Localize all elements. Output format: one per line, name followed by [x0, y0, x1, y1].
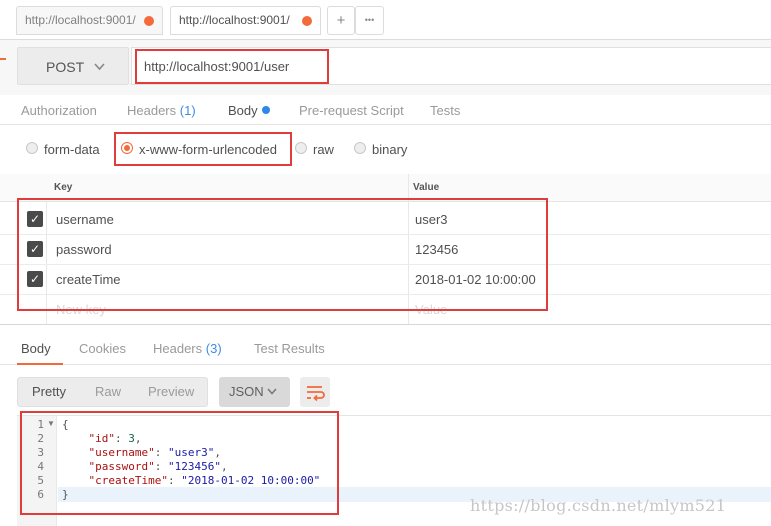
request-tab-1[interactable]: http://localhost:9001/ — [16, 6, 163, 35]
radio-label: binary — [372, 142, 408, 157]
active-tab-underline — [17, 363, 63, 365]
key-column-header: Key — [54, 182, 73, 193]
tab-headers-label: Headers — [127, 103, 177, 118]
tab-prerequest-script[interactable]: Pre-request Script — [299, 103, 404, 118]
more-tabs-button[interactable]: ••• — [355, 6, 384, 35]
format-label: JSON — [229, 384, 264, 399]
tab-body[interactable]: Body — [228, 103, 270, 118]
method-label: POST — [46, 59, 85, 75]
view-preview-button[interactable]: Preview — [148, 384, 194, 399]
chevron-down-icon — [94, 48, 105, 102]
unsaved-dot-icon — [302, 16, 312, 26]
response-tab-body[interactable]: Body — [21, 341, 51, 356]
request-tab-2[interactable]: http://localhost:9001/ — [170, 6, 321, 35]
request-tab-label: http://localhost:9001/ — [25, 13, 136, 27]
watermark-text: https://blog.csdn.net/mlym521 — [470, 496, 727, 515]
format-select[interactable]: JSON — [219, 377, 290, 407]
view-pretty-button[interactable]: Pretty — [32, 384, 66, 399]
method-select[interactable]: POST — [17, 47, 129, 85]
wrap-lines-button[interactable] — [300, 377, 330, 407]
annotation-box-response — [20, 411, 339, 515]
response-tab-headers[interactable]: Headers (3) — [153, 341, 222, 356]
ellipsis-icon: ••• — [364, 15, 375, 25]
response-tab-headers-label: Headers — [153, 341, 203, 356]
tab-body-label: Body — [228, 103, 258, 118]
postman-window: { "tabs": [ {"label": "http://localhost:… — [0, 0, 771, 526]
radio-icon — [26, 142, 38, 154]
request-tab-label: http://localhost:9001/ — [179, 13, 290, 27]
value-column-header: Value — [413, 182, 440, 193]
plus-icon: + — [336, 12, 346, 29]
active-dot-icon — [261, 106, 270, 114]
response-tab-test-results[interactable]: Test Results — [254, 341, 325, 356]
annotation-box-params — [17, 198, 548, 311]
annotation-box-body-type — [114, 132, 292, 166]
tab-authorization[interactable]: Authorization — [21, 103, 97, 118]
accent-marker — [0, 58, 6, 60]
new-tab-button[interactable]: + — [327, 6, 355, 35]
unsaved-dot-icon — [144, 16, 154, 26]
radio-label: form-data — [44, 142, 100, 157]
radio-icon — [354, 142, 366, 154]
response-tab-cookies[interactable]: Cookies — [79, 341, 126, 356]
radio-label: raw — [313, 142, 334, 157]
tab-tests[interactable]: Tests — [430, 103, 460, 118]
response-headers-count: (3) — [205, 341, 222, 356]
wrap-lines-icon — [307, 386, 325, 402]
tab-headers[interactable]: Headers (1) — [127, 103, 196, 118]
view-raw-button[interactable]: Raw — [95, 384, 121, 399]
headers-count: (1) — [179, 103, 196, 118]
radio-icon — [295, 142, 307, 154]
annotation-box-url — [135, 49, 329, 84]
